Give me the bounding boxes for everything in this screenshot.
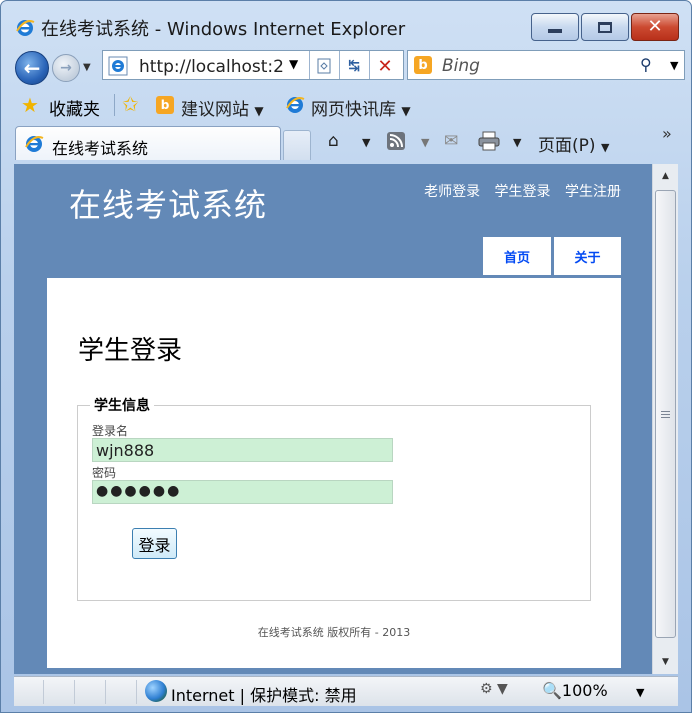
ie-logo-icon bbox=[16, 20, 35, 36]
teacher-login-link[interactable]: 老师登录 bbox=[424, 184, 480, 200]
home-icon[interactable]: ⌂ bbox=[328, 131, 339, 151]
feed-dropdown-icon[interactable]: ▼ bbox=[421, 136, 429, 149]
password-input[interactable]: ●●●●●● bbox=[92, 480, 393, 504]
address-bar[interactable]: http://localhost:2 ▼ ↹ ✕ bbox=[102, 50, 404, 80]
more-commands-chevron-icon[interactable]: » bbox=[662, 124, 672, 143]
scroll-up-arrow-icon[interactable]: ▲ bbox=[653, 164, 678, 188]
search-box[interactable]: b Bing ⚲ ▼ bbox=[407, 50, 685, 80]
student-login-link[interactable]: 学生登录 bbox=[495, 184, 551, 200]
fieldset-legend: 学生信息 bbox=[94, 398, 150, 414]
password-label: 密码 bbox=[92, 466, 117, 480]
navigation-bar: ← → ▼ http://localhost:2 ▼ ↹ ✕ b Bing ⚲ bbox=[1, 45, 691, 87]
globe-icon bbox=[145, 680, 167, 702]
menu-home-button[interactable]: 首页 bbox=[483, 237, 551, 275]
close-button[interactable]: ✕ bbox=[631, 13, 679, 41]
stop-icon[interactable]: ✕ bbox=[373, 55, 397, 77]
search-icon[interactable]: ⚲ bbox=[640, 55, 652, 74]
new-tab-button[interactable] bbox=[283, 130, 311, 160]
login-links: 老师登录 学生登录 学生注册 bbox=[416, 181, 621, 201]
window-title: 在线考试系统 - Windows Internet Explorer bbox=[41, 19, 406, 40]
student-register-link[interactable]: 学生注册 bbox=[565, 184, 621, 200]
favorites-bar: ★ 收藏夹 ✩ b 建议网站 ▼ 网页快讯库 ▼ bbox=[1, 90, 691, 122]
footer: 在线考试系统 版权所有 - 2013 bbox=[257, 626, 411, 639]
forward-button[interactable]: → bbox=[52, 54, 80, 82]
favorites-button[interactable]: 收藏夹 bbox=[49, 95, 100, 120]
scroll-grip-icon bbox=[661, 411, 670, 420]
page-title: 学生登录 bbox=[78, 336, 183, 366]
zoom-dropdown-icon[interactable]: ▼ bbox=[636, 686, 644, 699]
page-menu-dropdown-icon: ▼ bbox=[600, 141, 610, 154]
maximize-button[interactable] bbox=[581, 13, 629, 41]
main-content: 学生登录 学生信息 登录名 wjn888 密码 ●●●●●● 登录 在线考试系统… bbox=[47, 278, 621, 668]
zoom-level: 100% bbox=[561, 681, 608, 700]
recent-pages-dropdown-icon[interactable]: ▼ bbox=[83, 62, 91, 73]
scroll-down-arrow-icon[interactable]: ▼ bbox=[653, 650, 678, 674]
username-input[interactable]: wjn888 bbox=[92, 438, 393, 462]
back-button[interactable]: ← bbox=[15, 51, 49, 85]
address-input[interactable]: http://localhost:2 bbox=[139, 57, 289, 77]
web-slice-ie-icon bbox=[286, 97, 305, 113]
page-menu-label: 页面(P) bbox=[538, 136, 596, 156]
status-bar: Internet | 保护模式: 禁用 ⚙ ▼ 🔍100% ▼ bbox=[14, 676, 678, 706]
print-dropdown-icon[interactable]: ▼ bbox=[513, 136, 521, 149]
suggested-sites-button[interactable]: 建议网站 ▼ bbox=[181, 95, 264, 120]
zoom-button[interactable]: 🔍100% bbox=[542, 681, 608, 700]
tab-active[interactable]: 在线考试系统 bbox=[15, 126, 281, 160]
security-zone-text: Internet | 保护模式: 禁用 bbox=[171, 686, 357, 705]
site-title: 在线考试系统 bbox=[69, 186, 268, 224]
minimize-icon bbox=[548, 29, 562, 33]
refresh-icon[interactable]: ↹ bbox=[342, 55, 366, 77]
tab-label: 在线考试系统 bbox=[52, 139, 149, 158]
close-icon: ✕ bbox=[647, 16, 663, 37]
protected-mode-icon[interactable]: ⚙ ▼ bbox=[480, 681, 508, 697]
search-options-dropdown-icon[interactable]: ▼ bbox=[670, 59, 678, 72]
forward-arrow-icon: → bbox=[60, 60, 72, 76]
maximize-icon bbox=[598, 21, 612, 33]
back-arrow-icon: ← bbox=[23, 56, 41, 80]
browser-window: 在线考试系统 - Windows Internet Explorer ✕ ← →… bbox=[0, 0, 692, 713]
favorites-star-icon[interactable]: ★ bbox=[21, 93, 39, 117]
mail-icon[interactable]: ✉ bbox=[444, 131, 458, 151]
username-label: 登录名 bbox=[92, 424, 129, 438]
minimize-button[interactable] bbox=[531, 13, 579, 41]
zoom-icon: 🔍 bbox=[542, 681, 562, 700]
search-input[interactable]: Bing bbox=[442, 56, 480, 76]
scrollbar-thumb[interactable] bbox=[655, 190, 676, 638]
web-slice-gallery-button[interactable]: 网页快讯库 ▼ bbox=[311, 95, 411, 120]
page-menu-button[interactable]: 页面(P) ▼ bbox=[538, 131, 609, 156]
login-button[interactable]: 登录 bbox=[132, 528, 177, 559]
suggested-sites-dropdown-icon: ▼ bbox=[254, 104, 264, 118]
page-viewport: 在线考试系统 老师登录 学生登录 学生注册 首页 关于 学生登录 学生信息 登录… bbox=[14, 164, 652, 674]
suggested-sites-label: 建议网站 bbox=[181, 100, 249, 120]
page-ie-icon bbox=[108, 56, 128, 76]
address-dropdown-icon[interactable]: ▼ bbox=[289, 57, 298, 71]
menu-about-button[interactable]: 关于 bbox=[554, 237, 621, 275]
web-slice-dropdown-icon: ▼ bbox=[401, 104, 411, 118]
vertical-scrollbar[interactable]: ▲ ▼ bbox=[652, 164, 678, 674]
suggested-sites-icon: b bbox=[156, 96, 174, 114]
rss-feed-icon[interactable] bbox=[386, 131, 406, 156]
compatibility-view-icon[interactable] bbox=[312, 55, 336, 77]
tab-bar: 在线考试系统 ⌂ ▼ ▼ ✉ ▼ 页面(P) ▼ » bbox=[1, 124, 691, 162]
title-bar: 在线考试系统 - Windows Internet Explorer ✕ bbox=[1, 1, 691, 41]
tab-ie-icon bbox=[25, 136, 44, 152]
bing-logo-icon: b bbox=[414, 56, 432, 74]
home-dropdown-icon[interactable]: ▼ bbox=[362, 136, 370, 149]
add-to-favorites-icon[interactable]: ✩ bbox=[122, 92, 139, 116]
web-slice-label: 网页快讯库 bbox=[311, 100, 396, 120]
print-icon[interactable] bbox=[478, 131, 500, 156]
